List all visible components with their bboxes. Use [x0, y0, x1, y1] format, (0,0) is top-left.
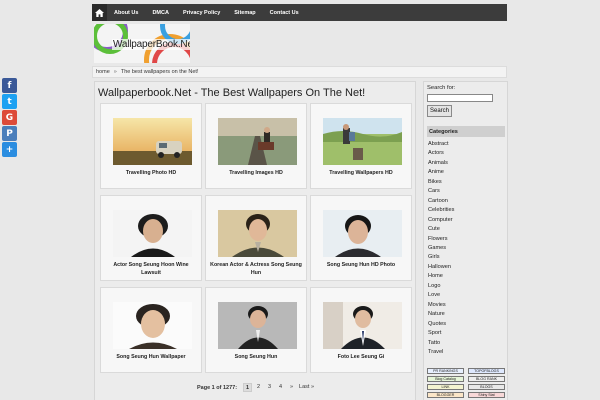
twitter-glyph: t [7, 96, 12, 107]
category-link[interactable]: Anime [428, 168, 454, 177]
wallpaper-caption[interactable]: Foto Lee Seung Gi [313, 353, 409, 361]
wallpaper-card[interactable]: Song Seung Hun Wallpaper [100, 287, 202, 373]
wallpaper-caption[interactable]: Travelling Photo HD [103, 169, 199, 177]
google-plus-glyph: G [5, 112, 14, 123]
category-link[interactable]: Travel [428, 348, 454, 357]
logo-text: WallpaperBook.Net [112, 39, 190, 50]
ranking-badge[interactable]: Blog Catalog [427, 376, 464, 382]
breadcrumb-separator: » [113, 69, 117, 75]
ranking-badge[interactable]: BLOGGER [427, 392, 464, 398]
category-link[interactable]: Animals [428, 159, 454, 168]
category-link[interactable]: Love [428, 291, 454, 300]
categories-heading: Categories [427, 126, 505, 137]
category-link[interactable]: Celebrities [428, 206, 454, 215]
ranking-badge[interactable]: PR RANKINGS [427, 368, 464, 374]
nav-sitemap[interactable]: Sitemap [227, 10, 262, 16]
wallpaper-caption[interactable]: Song Seung Hun Wallpaper [103, 353, 199, 361]
wallpaper-thumbnail[interactable] [218, 118, 297, 165]
home-icon[interactable] [92, 4, 107, 21]
ranking-badge[interactable]: Shiny Stat [468, 392, 505, 398]
nav-contact-us[interactable]: Contact Us [263, 10, 306, 16]
wallpaper-card[interactable]: Actor Song Seung Hoon Wine Lawsuit [100, 195, 202, 281]
wallpaper-card[interactable]: Korean Actor & Actress Song Seung Hun [205, 195, 307, 281]
page-link[interactable]: 2 [254, 383, 263, 392]
next-page-link[interactable]: » [287, 383, 296, 392]
category-link[interactable]: Sport [428, 329, 454, 338]
wallpaper-thumbnail[interactable] [323, 302, 402, 349]
wallpaper-thumbnail[interactable] [113, 302, 192, 349]
share-icon[interactable]: + [2, 142, 17, 157]
category-link[interactable]: Logo [428, 282, 454, 291]
last-page-link[interactable]: Last » [298, 383, 315, 392]
category-link[interactable]: Cartoon [428, 197, 454, 206]
facebook-icon[interactable]: f [2, 78, 17, 93]
sidebar: Search for: Search Categories Abstract A… [423, 81, 508, 400]
category-link[interactable]: Home [428, 272, 454, 281]
wallpaper-card[interactable]: Travelling Wallpapers HD [310, 103, 412, 189]
page-link[interactable]: 3 [265, 383, 274, 392]
pagination-info: Page 1 of 1277: [197, 384, 238, 391]
page-link[interactable]: 4 [276, 383, 285, 392]
category-link[interactable]: Computer [428, 216, 454, 225]
breadcrumb-home[interactable]: home [96, 69, 110, 75]
wallpaper-caption[interactable]: Song Seung Hun HD Photo [313, 261, 409, 269]
category-link[interactable]: Girls [428, 253, 454, 262]
wallpaper-thumbnail[interactable] [113, 118, 192, 165]
category-link[interactable]: Nature [428, 310, 454, 319]
main-content: Wallpaperbook.Net - The Best Wallpapers … [94, 81, 416, 400]
wallpaper-caption[interactable]: Korean Actor & Actress Song Seung Hun [208, 261, 304, 277]
print-glyph: P [6, 128, 13, 139]
ranking-badge[interactable]: BLOGS [468, 384, 505, 390]
nav-privacy-policy[interactable]: Privacy Policy [176, 10, 227, 16]
category-link[interactable]: Cute [428, 225, 454, 234]
print-icon[interactable]: P [2, 126, 17, 141]
facebook-glyph: f [7, 80, 12, 91]
category-link[interactable]: Abstract [428, 140, 454, 149]
share-glyph: + [5, 144, 14, 155]
page-title: Wallpaperbook.Net - The Best Wallpapers … [98, 87, 366, 99]
category-link[interactable]: Tatto [428, 339, 454, 348]
google-plus-icon[interactable]: G [2, 110, 17, 125]
category-link[interactable]: Movies [428, 301, 454, 310]
category-link[interactable]: Cars [428, 187, 454, 196]
top-nav: About Us DMCA Privacy Policy Sitemap Con… [92, 4, 507, 21]
wallpaper-thumbnail[interactable] [218, 302, 297, 349]
search-input[interactable] [427, 94, 493, 102]
category-link[interactable]: Hallowen [428, 263, 454, 272]
ranking-badge[interactable]: LINK [427, 384, 464, 390]
wallpaper-caption[interactable]: Travelling Wallpapers HD [313, 169, 409, 177]
category-link[interactable]: Actors [428, 149, 454, 158]
nav-dmca[interactable]: DMCA [145, 10, 176, 16]
search-label: Search for: [427, 85, 456, 91]
site-logo[interactable]: WallpaperBook.Net [94, 24, 190, 63]
nav-about-us[interactable]: About Us [107, 10, 145, 16]
wallpaper-card[interactable]: Song Seung Hun [205, 287, 307, 373]
wallpaper-card[interactable]: Song Seung Hun HD Photo [310, 195, 412, 281]
social-share-bar: f t G P + [2, 78, 17, 158]
category-list: Abstract Actors Animals Anime Bikes Cars… [428, 140, 454, 357]
breadcrumb: home » The best wallpapers on the Net! [92, 66, 507, 78]
ranking-badge[interactable]: BLOG RANK [468, 376, 505, 382]
wallpaper-caption[interactable]: Actor Song Seung Hoon Wine Lawsuit [103, 261, 199, 277]
category-link[interactable]: Bikes [428, 178, 454, 187]
twitter-icon[interactable]: t [2, 94, 17, 109]
category-link[interactable]: Flowers [428, 235, 454, 244]
ranking-badge[interactable]: TOPOFBLOGS [468, 368, 505, 374]
search-button[interactable]: Search [427, 105, 452, 117]
wallpaper-caption[interactable]: Travelling Images HD [208, 169, 304, 177]
wallpaper-thumbnail[interactable] [113, 210, 192, 257]
page-link-current: 1 [243, 383, 253, 392]
wallpaper-thumbnail[interactable] [323, 210, 402, 257]
ranking-badges: PR RANKINGS TOPOFBLOGS Blog Catalog BLOG… [427, 368, 505, 400]
category-link[interactable]: Quotes [428, 320, 454, 329]
wallpaper-thumbnail[interactable] [323, 118, 402, 165]
category-link[interactable]: Games [428, 244, 454, 253]
wallpaper-card[interactable]: Travelling Images HD [205, 103, 307, 189]
breadcrumb-current: The best wallpapers on the Net! [120, 69, 199, 75]
pagination: Page 1 of 1277: 1 2 3 4 » Last » [197, 383, 317, 392]
wallpaper-caption[interactable]: Song Seung Hun [208, 353, 304, 361]
wallpaper-card[interactable]: Foto Lee Seung Gi [310, 287, 412, 373]
wallpaper-card[interactable]: Travelling Photo HD [100, 103, 202, 189]
wallpaper-thumbnail[interactable] [218, 210, 297, 257]
